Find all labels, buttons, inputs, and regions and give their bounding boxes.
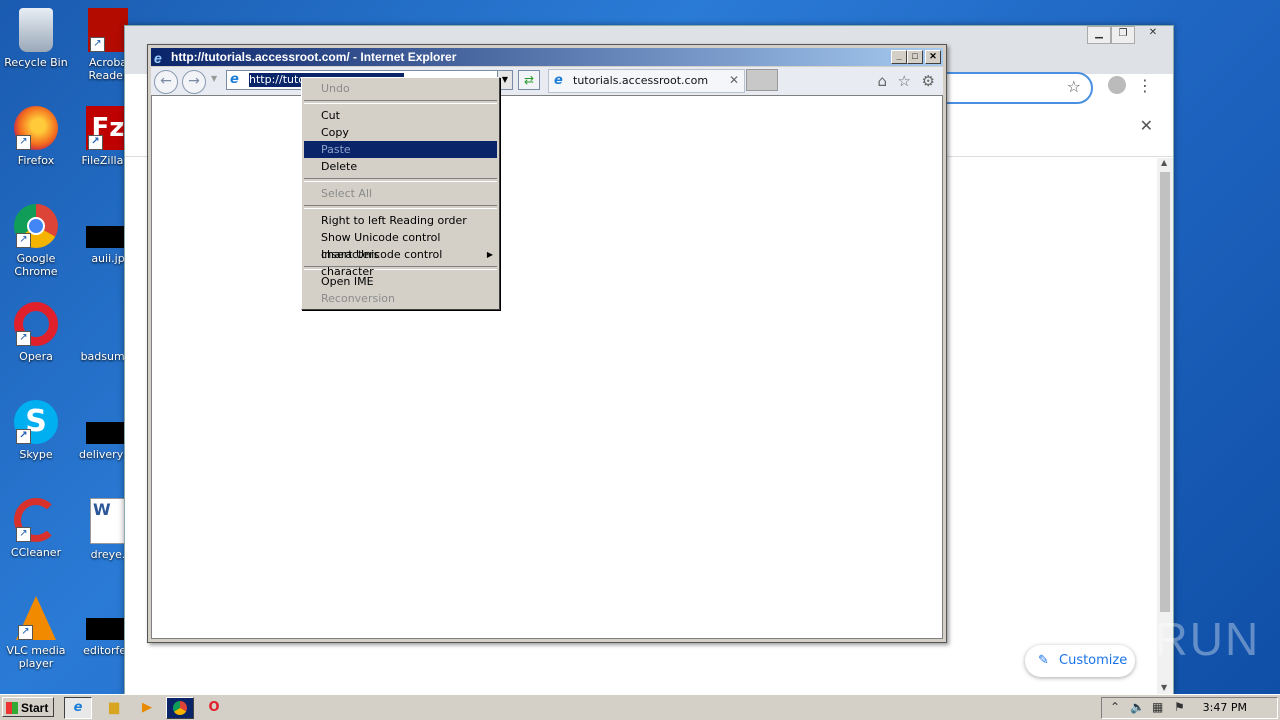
menu-item-rtl-reading-order[interactable]: Right to left Reading order [304, 212, 497, 229]
vlc-icon: ↗ [16, 596, 56, 640]
desktop-icon-ccleaner[interactable]: ↗ CCleaner [0, 498, 72, 559]
ccleaner-icon: ↗ [14, 498, 58, 542]
taskbar-opera-icon[interactable]: O [200, 697, 228, 719]
tab-label: tutorials.accessroot.com [573, 74, 709, 87]
chrome-icon [173, 700, 187, 715]
ie-page-icon: e [554, 73, 563, 88]
desktop-icon-chrome[interactable]: ↗ Google Chrome [0, 204, 72, 278]
chrome-icon: ↗ [14, 204, 58, 248]
scrollbar-thumb[interactable] [1160, 172, 1170, 612]
submenu-arrow-icon: ▶ [486, 250, 493, 259]
start-label: Start [21, 701, 49, 715]
close-icon[interactable]: ✕ [1140, 116, 1153, 135]
tray-expand-icon[interactable]: ⌃ [1110, 700, 1120, 714]
taskbar: Start e ▆ ▶ O ⌃ 🔈 ▦ ⚑ 3:47 PM [0, 694, 1280, 720]
firefox-icon: ↗ [14, 106, 58, 150]
minimize-button[interactable]: _ [891, 50, 907, 64]
clock[interactable]: 3:47 PM [1203, 701, 1247, 714]
favorites-star-icon[interactable]: ☆ [898, 72, 911, 90]
menu-separator [304, 178, 497, 182]
close-button[interactable]: ✕ [1139, 26, 1167, 42]
menu-item-undo: Undo [321, 82, 350, 95]
menu-dots-icon[interactable]: ⋮ [1137, 76, 1153, 95]
desktop-icon-label: Google Chrome [14, 252, 58, 278]
menu-item-open-ime[interactable]: Open IME [304, 273, 497, 290]
taskbar-explorer-icon[interactable]: ▆ [100, 697, 128, 719]
tab-close-icon[interactable]: ✕ [729, 73, 739, 87]
context-menu: Undo Cut Copy Paste Delete Select All Ri… [301, 77, 500, 310]
desktop-icon-opera[interactable]: ↗ Opera [0, 302, 72, 363]
system-tray: ⌃ 🔈 ▦ ⚑ 3:47 PM [1101, 697, 1278, 719]
home-icon[interactable]: ⌂ [877, 72, 887, 90]
desktop-icon-label: Acroba Reader [88, 56, 128, 82]
tab-tutorials[interactable]: e tutorials.accessroot.com ✕ [548, 69, 745, 93]
forward-button[interactable]: → [182, 70, 206, 94]
refresh-button[interactable]: ⇄ [518, 70, 540, 90]
history-dropdown-icon[interactable]: ▼ [211, 74, 217, 83]
opera-icon: ↗ [14, 302, 58, 346]
desktop-icon-label: Firefox [17, 154, 55, 167]
back-button[interactable]: ← [154, 70, 178, 94]
close-button[interactable]: ✕ [925, 50, 941, 64]
menu-item-paste[interactable]: Paste [304, 141, 497, 158]
desktop-icon-label: Recycle Bin [4, 56, 68, 69]
desktop-icon-label: VLC media player [6, 644, 66, 670]
desktop-icon-label: dreye. [90, 548, 126, 561]
customize-label: Customize [1059, 653, 1128, 668]
volume-icon[interactable]: 🔈 [1130, 700, 1145, 714]
ie-window-title: http://tutorials.accessroot.com/ - Inter… [171, 50, 457, 64]
pencil-icon: ✎ [1038, 653, 1049, 668]
ie-titlebar[interactable]: e http://tutorials.accessroot.com/ - Int… [151, 48, 943, 66]
skype-icon: S ↗ [14, 400, 58, 444]
desktop-icon-firefox[interactable]: ↗ Firefox [0, 106, 72, 167]
desktop-icon-recycle-bin[interactable]: Recycle Bin [0, 8, 72, 69]
ie-window[interactable]: e http://tutorials.accessroot.com/ - Int… [147, 44, 947, 643]
menu-item-delete[interactable]: Delete [304, 158, 497, 175]
ie-nav-bar: ← → ▼ e http://tuto ▼ ⇄ e tutorials.acce… [151, 67, 943, 95]
menu-item-copy[interactable]: Copy [304, 124, 497, 141]
maximize-button[interactable]: □ [907, 50, 923, 64]
word-doc-icon: W [90, 498, 126, 544]
network-icon[interactable]: ▦ [1152, 700, 1163, 714]
desktop-icon-vlc[interactable]: ↗ VLC media player [0, 596, 72, 670]
ie-logo-icon: e [154, 50, 162, 66]
customize-button[interactable]: ✎ Customize [1025, 645, 1135, 677]
recycle-bin-icon [19, 8, 53, 52]
start-button[interactable]: Start [2, 697, 54, 717]
menu-separator [304, 205, 497, 209]
desktop-icon-skype[interactable]: S ↗ Skype [0, 400, 72, 461]
minimize-button[interactable]: ▁ [1087, 26, 1111, 44]
ie-page-content[interactable] [151, 95, 943, 639]
taskbar-ie-button[interactable]: e [64, 697, 92, 719]
gear-icon[interactable]: ⚙ [922, 72, 935, 90]
scroll-up-icon[interactable]: ▲ [1161, 158, 1167, 167]
acrobat-reader-icon: ↗ [88, 8, 128, 52]
ie-page-icon: e [230, 72, 239, 87]
flag-icon[interactable]: ⚑ [1174, 700, 1185, 714]
desktop-icon-label: Skype [19, 448, 53, 461]
desktop-icon-label: auii.jp [91, 252, 125, 265]
windows-flag-icon [6, 702, 18, 714]
menu-item-insert-unicode[interactable]: Insert Unicode control character ▶ [304, 246, 497, 278]
restore-button[interactable]: ❐ [1111, 26, 1135, 44]
scroll-down-icon[interactable]: ▼ [1161, 683, 1167, 692]
new-tab-button[interactable] [746, 69, 778, 91]
menu-item-reconversion: Reconversion [321, 292, 395, 305]
menu-separator [304, 100, 497, 104]
profile-icon[interactable] [1108, 76, 1126, 94]
taskbar-chrome-button[interactable] [166, 697, 194, 719]
menu-item-select-all: Select All [321, 187, 373, 200]
desktop-icon-label: CCleaner [10, 546, 62, 559]
menu-item-cut[interactable]: Cut [304, 107, 497, 124]
desktop-icon-label: Opera [19, 350, 53, 363]
menu-item-show-unicode[interactable]: Show Unicode control characters [304, 229, 497, 261]
star-icon[interactable]: ☆ [1067, 77, 1081, 96]
taskbar-media-player-icon[interactable]: ▶ [133, 697, 161, 719]
